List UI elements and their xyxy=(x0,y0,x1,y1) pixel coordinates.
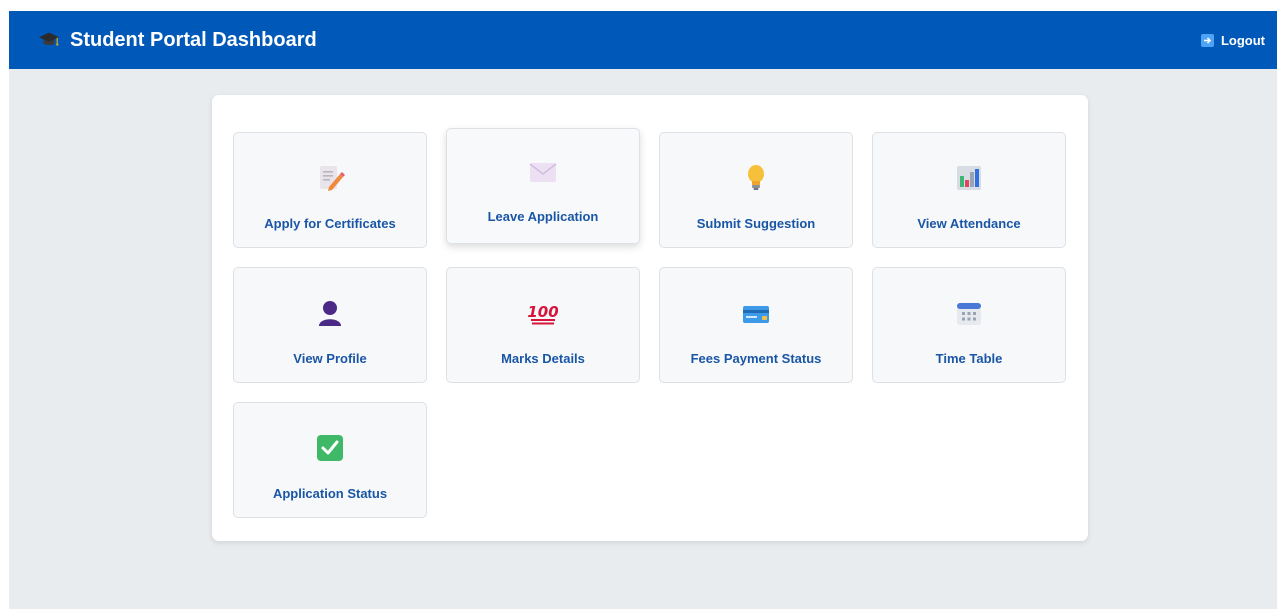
hundred-points-icon: 100 xyxy=(528,303,558,325)
dashboard-panel: Apply for Certificates Leave Application… xyxy=(212,95,1088,541)
svg-text:100: 100 xyxy=(528,303,558,321)
tile-label: Fees Payment Status xyxy=(690,351,822,366)
tile-label: Apply for Certificates xyxy=(264,216,396,231)
tile-label: Time Table xyxy=(935,351,1003,366)
logout-arrow-icon xyxy=(1200,33,1214,47)
tile-view-attendance[interactable]: View Attendance xyxy=(872,132,1066,248)
light-bulb-icon xyxy=(748,165,764,190)
memo-pencil-icon xyxy=(320,166,345,191)
check-mark-button-icon xyxy=(317,435,343,461)
tile-submit-suggestion[interactable]: Submit Suggestion xyxy=(659,132,853,248)
calendar-icon xyxy=(957,303,981,325)
person-silhouette-icon xyxy=(319,301,341,326)
tile-fees-payment-status[interactable]: Fees Payment Status xyxy=(659,267,853,383)
tile-label: View Attendance xyxy=(917,216,1021,231)
brand: Student Portal Dashboard xyxy=(38,11,317,69)
tile-leave-application[interactable]: Leave Application xyxy=(446,128,640,244)
tile-application-status[interactable]: Application Status xyxy=(233,402,427,518)
logout-label: Logout xyxy=(1220,32,1265,48)
tile-label: Application Status xyxy=(272,486,388,501)
tile-view-profile[interactable]: View Profile xyxy=(233,267,427,383)
logout-button[interactable]: Logout xyxy=(1200,11,1265,69)
graduation-cap-icon xyxy=(38,32,60,46)
tile-label: Marks Details xyxy=(501,351,585,366)
tile-label: Submit Suggestion xyxy=(696,216,816,231)
credit-card-icon xyxy=(743,306,769,323)
tile-label: View Profile xyxy=(293,351,367,366)
envelope-icon xyxy=(529,163,557,182)
tile-time-table[interactable]: Time Table xyxy=(872,267,1066,383)
tile-label: Leave Application xyxy=(487,209,599,224)
app-window: Student Portal Dashboard Logout Apply fo… xyxy=(9,11,1277,609)
tile-apply-for-certificates[interactable]: Apply for Certificates xyxy=(233,132,427,248)
bar-chart-icon xyxy=(957,166,981,190)
tile-marks-details[interactable]: 100 Marks Details xyxy=(446,267,640,383)
page-title: Student Portal Dashboard xyxy=(70,28,317,51)
top-navbar: Student Portal Dashboard Logout xyxy=(9,11,1277,69)
